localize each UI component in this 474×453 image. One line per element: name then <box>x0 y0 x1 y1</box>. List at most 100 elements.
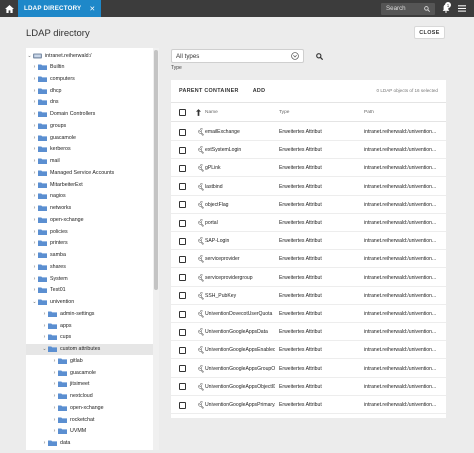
row-checkbox[interactable] <box>179 365 186 373</box>
cell-name[interactable]: serviceprovider <box>205 256 275 262</box>
chevron-icon[interactable]: › <box>41 311 48 317</box>
chevron-icon[interactable]: › <box>51 381 58 387</box>
tree-item[interactable]: › apps <box>26 320 153 331</box>
row-checkbox[interactable] <box>179 146 186 154</box>
row-checkbox[interactable] <box>179 383 186 391</box>
cell-name[interactable]: emailExchange <box>205 129 275 135</box>
cell-name[interactable]: serviceprovidergroup <box>205 275 275 281</box>
chevron-icon[interactable]: › <box>31 123 38 129</box>
search-button[interactable] <box>314 51 324 61</box>
tree-scrollbar[interactable] <box>153 48 159 450</box>
tab-ldap-directory[interactable]: LDAP DIRECTORY ✕ <box>18 0 102 17</box>
chevron-icon[interactable]: › <box>31 193 38 199</box>
tree-item[interactable]: › mail <box>26 156 153 167</box>
chevron-icon[interactable]: › <box>31 205 38 211</box>
table-row[interactable]: SAP-Login Erweitertes Attribut intranet.re… <box>171 232 446 251</box>
tree-item[interactable]: › open-xchange <box>26 402 153 413</box>
chevron-icon[interactable]: › <box>31 264 38 270</box>
tree-item[interactable]: › policies <box>26 226 153 237</box>
type-select[interactable]: All types <box>171 49 304 63</box>
row-checkbox[interactable] <box>179 255 186 263</box>
cell-name[interactable]: UniventionGoogleAppsObjectID <box>205 384 275 390</box>
chevron-icon[interactable]: › <box>31 146 38 152</box>
cell-name[interactable]: objectFlag <box>205 202 275 208</box>
tree-item[interactable]: › Managed Service Accounts <box>26 167 153 178</box>
table-row[interactable]: objectFlag Erweitertes Attribut intranet.r… <box>171 196 446 214</box>
tree-item[interactable]: ⌄ custom attributes <box>26 343 153 355</box>
tree-item[interactable]: › dns <box>26 97 153 108</box>
chevron-icon[interactable]: › <box>31 170 38 176</box>
table-row[interactable]: UniventionDovecotUserQuota Erweitertes At… <box>171 305 446 323</box>
tree-item[interactable]: › Domain Controllers <box>26 109 153 120</box>
chevron-icon[interactable]: › <box>31 217 38 223</box>
add-button[interactable]: ADD <box>253 88 266 94</box>
tree-item[interactable]: › guacamole <box>26 367 153 378</box>
tree-item[interactable]: › rocketchat <box>26 414 153 425</box>
sort-arrow-icon[interactable] <box>196 109 201 116</box>
chevron-icon[interactable]: › <box>31 287 38 293</box>
chevron-icon[interactable]: › <box>41 323 48 329</box>
chevron-icon[interactable]: › <box>51 417 58 423</box>
tree-item[interactable]: › cups <box>26 332 153 343</box>
chevron-icon[interactable]: › <box>31 182 38 188</box>
table-row[interactable]: serviceprovidergroup Erweitertes Attribut… <box>171 269 446 287</box>
tree-item[interactable]: › admin-settings <box>26 308 153 319</box>
tree-item[interactable]: › samba <box>26 250 153 261</box>
table-row[interactable]: extSystemLogin Erweitertes Attribut intran… <box>171 141 446 160</box>
row-checkbox[interactable] <box>179 201 186 209</box>
table-row[interactable]: UniventionGoogleAppsPrimary... Erweiterte… <box>171 396 446 414</box>
column-name[interactable]: Name <box>205 110 275 115</box>
row-checkbox[interactable] <box>179 346 186 354</box>
tree-item[interactable]: › nextcloud <box>26 391 153 402</box>
close-button[interactable]: CLOSE <box>414 26 445 39</box>
table-row[interactable]: UniventionGoogleAppsObjectID Erweitertes … <box>171 378 446 396</box>
table-row[interactable]: gPLink Erweitertes Attribut intranet.reihe… <box>171 159 446 178</box>
column-type[interactable]: Type <box>279 110 369 115</box>
tree-item[interactable]: › printers <box>26 238 153 249</box>
chevron-icon[interactable]: › <box>51 405 58 411</box>
chevron-icon[interactable]: › <box>31 276 38 282</box>
table-row[interactable]: serviceprovider Erweitertes Attribut intra… <box>171 250 446 269</box>
chevron-down-icon[interactable]: ⌄ <box>26 53 33 59</box>
row-checkbox[interactable] <box>179 401 186 409</box>
cell-name[interactable]: lastbind <box>205 184 275 190</box>
cell-name[interactable]: UniventionDovecotUserQuota <box>205 311 275 317</box>
cell-name[interactable]: UniventionGoogleAppsPrimary... <box>205 402 275 408</box>
tree-item[interactable]: › kerberos <box>26 144 153 155</box>
tree-root[interactable]: ⌄ intranet.reiherwald:/ <box>26 50 153 61</box>
close-icon[interactable]: ✕ <box>89 5 95 13</box>
cell-name[interactable]: SAP-Login <box>205 238 275 244</box>
chevron-icon[interactable]: › <box>41 334 48 340</box>
cell-name[interactable]: UniventionGoogleAppsData <box>205 329 275 335</box>
chevron-icon[interactable]: ⌄ <box>31 299 38 305</box>
table-row[interactable]: emailExchange Erweitertes Attribut intrane… <box>171 123 446 141</box>
tree-item[interactable]: › data <box>26 438 153 449</box>
chevron-icon[interactable]: › <box>31 252 38 258</box>
chevron-icon[interactable]: › <box>51 370 58 376</box>
tree-item[interactable]: › jitsimeet <box>26 379 153 390</box>
cell-name[interactable]: gPLink <box>205 165 275 171</box>
notifications-button[interactable]: 1 <box>438 0 454 17</box>
tree-item[interactable]: › guacamole <box>26 132 153 143</box>
chevron-icon[interactable]: › <box>51 428 58 434</box>
parent-container-button[interactable]: PARENT CONTAINER <box>179 88 239 94</box>
tree-item[interactable]: › groups <box>26 120 153 131</box>
table-row[interactable]: portal Erweitertes Attribut intranet.reihe… <box>171 214 446 232</box>
menu-button[interactable] <box>454 0 470 17</box>
table-row[interactable]: SSH_PubKey Erweitertes Attribut intranet.r… <box>171 287 446 305</box>
chevron-icon[interactable]: › <box>31 240 38 246</box>
row-checkbox[interactable] <box>179 328 186 336</box>
cell-name[interactable]: SSH_PubKey <box>205 293 275 299</box>
row-checkbox[interactable] <box>179 183 186 191</box>
tree-item[interactable]: › Builtin <box>26 62 153 73</box>
column-path[interactable]: Path <box>364 110 442 115</box>
table-row[interactable]: UniventionGoogleAppsGroupO... Erweitertes… <box>171 360 446 378</box>
tree-item[interactable]: › System <box>26 273 153 284</box>
row-checkbox[interactable] <box>179 128 186 136</box>
chevron-icon[interactable]: › <box>31 76 38 82</box>
cell-name[interactable]: UniventionGoogleAppsGroupO... <box>205 366 275 372</box>
table-row[interactable]: UniventionGoogleAppsData Erweitertes Attr… <box>171 323 446 342</box>
tree-item[interactable]: › MitarbeiterExt <box>26 179 153 190</box>
row-checkbox[interactable] <box>179 292 186 300</box>
home-button[interactable] <box>0 0 18 17</box>
